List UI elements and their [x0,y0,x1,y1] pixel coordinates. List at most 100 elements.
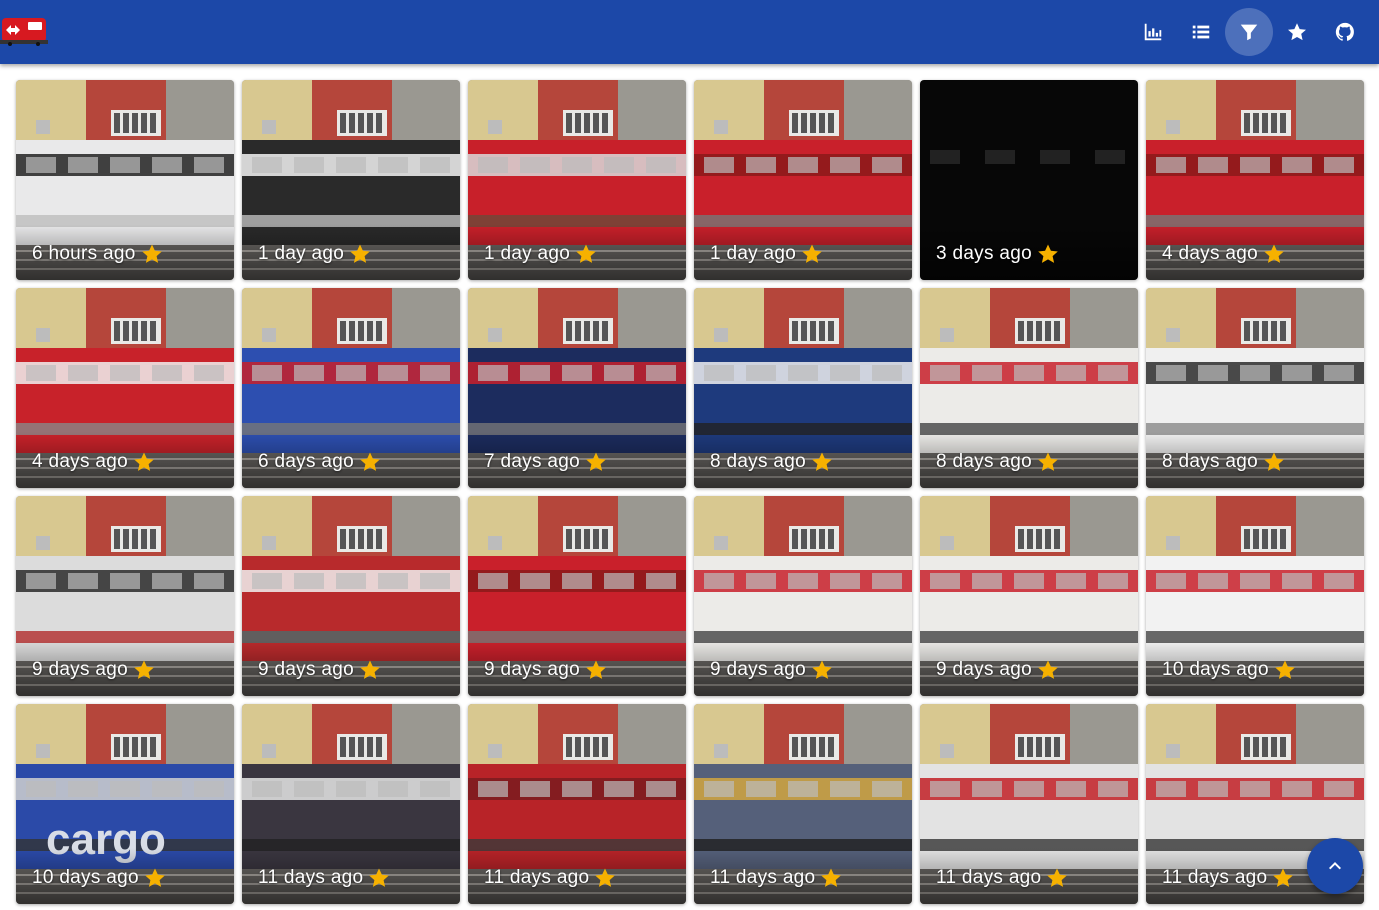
gallery-card[interactable]: 4 days ago [1146,80,1364,280]
gallery-card[interactable]: cargo 10 days ago [16,704,234,904]
favorite-star-icon[interactable] [819,866,843,890]
card-caption: 11 days ago [242,848,460,904]
card-label: 7 days ago [484,450,608,474]
card-caption: 9 days ago [694,640,912,696]
time-ago-text: 11 days ago [710,867,816,888]
card-caption: 4 days ago [1146,224,1364,280]
card-caption: 8 days ago [920,432,1138,488]
time-ago-text: 4 days ago [32,451,128,472]
time-ago-text: 7 days ago [484,451,580,472]
train-gallery: 6 hours ago 1 day ago 1 day ago 1 day ago 3 … [16,80,1364,904]
stats-button[interactable] [1129,8,1177,56]
gallery-card[interactable]: 1 day ago [468,80,686,280]
gallery-card[interactable]: 11 days ago [694,704,912,904]
app-bar [0,0,1379,64]
gallery-card[interactable]: 9 days ago [468,496,686,696]
filter-button[interactable] [1225,8,1273,56]
favorite-star-icon[interactable] [358,450,382,474]
card-caption: 3 days ago [920,224,1138,280]
gallery-card[interactable]: 11 days ago [242,704,460,904]
card-caption: 8 days ago [694,432,912,488]
favorite-star-icon[interactable] [367,866,391,890]
card-caption: 10 days ago [16,848,234,904]
card-caption: 8 days ago [1146,432,1364,488]
gallery-card[interactable]: 1 day ago [694,80,912,280]
gallery-card[interactable]: 8 days ago [920,288,1138,488]
gallery-card[interactable]: 11 days ago [468,704,686,904]
card-label: 11 days ago [710,866,843,890]
card-caption: 6 hours ago [16,224,234,280]
favorite-star-icon[interactable] [1262,242,1286,266]
time-ago-text: 11 days ago [258,867,364,888]
time-ago-text: 10 days ago [32,867,139,888]
favorite-star-icon[interactable] [593,866,617,890]
card-caption: 11 days ago [920,848,1138,904]
favorite-star-icon[interactable] [1271,866,1295,890]
sbb-train-logo[interactable] [0,14,48,48]
card-label: 9 days ago [484,658,608,682]
time-ago-text: 8 days ago [1162,451,1258,472]
list-icon [1192,25,1210,39]
card-label: 9 days ago [710,658,834,682]
gallery-card[interactable]: 9 days ago [242,496,460,696]
gallery-card[interactable]: 4 days ago [16,288,234,488]
card-caption: 9 days ago [242,640,460,696]
favorite-star-icon[interactable] [358,658,382,682]
list-button[interactable] [1177,8,1225,56]
favorite-star-icon[interactable] [1273,658,1297,682]
favorite-star-icon[interactable] [348,242,372,266]
gallery-card[interactable]: 3 days ago [920,80,1138,280]
card-caption: 1 day ago [468,224,686,280]
time-ago-text: 11 days ago [1162,867,1268,888]
gallery-card[interactable]: 6 hours ago [16,80,234,280]
gallery-card[interactable]: 10 days ago [1146,496,1364,696]
favorite-star-icon[interactable] [810,658,834,682]
bar-chart-icon [1144,23,1162,41]
favorite-star-icon[interactable] [1045,866,1069,890]
time-ago-text: 1 day ago [484,243,571,264]
github-button[interactable] [1321,8,1369,56]
favorite-star-icon[interactable] [132,658,156,682]
favorite-star-icon[interactable] [584,658,608,682]
time-ago-text: 10 days ago [1162,659,1269,680]
time-ago-text: 6 days ago [258,451,354,472]
card-label: 11 days ago [484,866,617,890]
gallery-card[interactable]: 1 day ago [242,80,460,280]
favorite-star-icon[interactable] [1036,450,1060,474]
gallery-card[interactable]: 9 days ago [920,496,1138,696]
scroll-top-button[interactable] [1307,838,1363,894]
card-caption: 6 days ago [242,432,460,488]
card-label: 10 days ago [32,866,167,890]
time-ago-text: 9 days ago [484,659,580,680]
star-icon [1288,23,1306,41]
card-label: 9 days ago [936,658,1060,682]
card-label: 11 days ago [936,866,1069,890]
favorite-star-icon[interactable] [143,866,167,890]
gallery-card[interactable]: 6 days ago [242,288,460,488]
card-label: 8 days ago [936,450,1060,474]
chevron-up-icon [1329,862,1341,870]
favorite-star-icon[interactable] [1036,658,1060,682]
card-label: 8 days ago [710,450,834,474]
gallery-card[interactable]: 9 days ago [16,496,234,696]
gallery-card[interactable]: 11 days ago [920,704,1138,904]
time-ago-text: 9 days ago [936,659,1032,680]
favorites-button[interactable] [1273,8,1321,56]
gallery-card[interactable]: 9 days ago [694,496,912,696]
gallery-card[interactable]: 7 days ago [468,288,686,488]
time-ago-text: 9 days ago [258,659,354,680]
favorite-star-icon[interactable] [140,242,164,266]
gallery-card[interactable]: 8 days ago [694,288,912,488]
card-label: 9 days ago [32,658,156,682]
favorite-star-icon[interactable] [584,450,608,474]
favorite-star-icon[interactable] [1036,242,1060,266]
favorite-star-icon[interactable] [1262,450,1286,474]
favorite-star-icon[interactable] [574,242,598,266]
favorite-star-icon[interactable] [810,450,834,474]
favorite-star-icon[interactable] [132,450,156,474]
gallery-card[interactable]: 8 days ago [1146,288,1364,488]
favorite-star-icon[interactable] [800,242,824,266]
card-caption: 11 days ago [468,848,686,904]
time-ago-text: 1 day ago [258,243,345,264]
card-caption: 7 days ago [468,432,686,488]
